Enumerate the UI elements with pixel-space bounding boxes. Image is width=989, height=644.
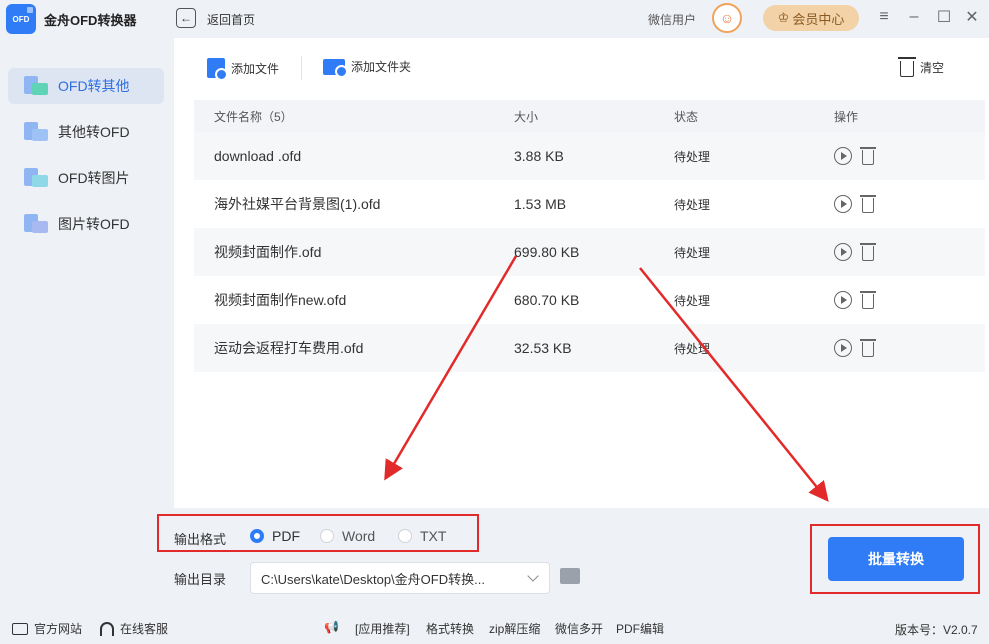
table-row[interactable]: 视频封面制作new.ofd 680.70 KB 待处理: [194, 276, 985, 324]
picture-convert-icon: [24, 214, 48, 234]
delete-icon[interactable]: [860, 147, 876, 165]
online-support-link[interactable]: 在线客服: [100, 620, 168, 637]
sidebar: OFD转其他 其他转OFD OFD转图片 图片转OFD: [0, 38, 172, 608]
clear-button[interactable]: 清空: [898, 57, 944, 77]
format-radio-txt[interactable]: TXT: [398, 528, 446, 544]
crown-icon: ♔: [777, 10, 790, 25]
file-table: 文件名称（5） 大小 状态 操作 download .ofd 3.88 KB 待…: [194, 100, 985, 372]
official-site-link[interactable]: 官方网站: [12, 620, 82, 637]
megaphone-icon: 📢: [324, 620, 339, 634]
menu-icon[interactable]: ≡: [874, 7, 894, 27]
link-pdf-edit[interactable]: PDF编辑: [616, 620, 664, 637]
minimize-icon[interactable]: –: [904, 7, 924, 27]
maximize-icon[interactable]: ☐: [934, 7, 954, 27]
toolbar-divider: [301, 56, 302, 80]
sidebar-item-ofd-to-image[interactable]: OFD转图片: [8, 160, 164, 196]
format-radio-pdf[interactable]: PDF: [250, 528, 300, 544]
sidebar-item-ofd-to-other[interactable]: OFD转其他: [8, 68, 164, 104]
app-logo-icon: OFD: [6, 4, 36, 34]
headset-icon: [100, 621, 114, 636]
output-options: 输出格式 PDF Word TXT 输出目录 C:\Users\kate\Des…: [157, 508, 989, 608]
preview-play-icon[interactable]: [834, 339, 852, 357]
delete-icon[interactable]: [860, 339, 876, 357]
link-format-convert[interactable]: 格式转换: [426, 620, 474, 637]
chevron-down-icon: [527, 570, 539, 582]
add-folder-icon: [323, 58, 348, 78]
add-file-button[interactable]: 添加文件: [207, 58, 279, 81]
table-row[interactable]: 视频封面制作.ofd 699.80 KB 待处理: [194, 228, 985, 276]
delete-icon[interactable]: [860, 195, 876, 213]
link-wechat-multi[interactable]: 微信多开: [555, 620, 603, 637]
link-zip[interactable]: zip解压缩: [489, 620, 540, 637]
user-name[interactable]: 微信用户: [648, 11, 696, 28]
delete-icon[interactable]: [860, 243, 876, 261]
preview-play-icon[interactable]: [834, 147, 852, 165]
vip-center-button[interactable]: ♔ 会员中心: [763, 5, 859, 31]
version-label: 版本号：V2.0.7: [895, 623, 978, 637]
main-panel: 添加文件 添加文件夹 清空 文件名称（5） 大小 状态 操作 download …: [174, 38, 989, 508]
output-format-label: 输出格式: [174, 532, 227, 547]
batch-convert-button[interactable]: 批量转换: [828, 537, 964, 581]
app-title: 金舟OFD转换器: [44, 13, 137, 28]
status-bar: 官方网站 在线客服 📢 [应用推荐] 格式转换 zip解压缩 微信多开 PDF编…: [0, 608, 989, 644]
delete-icon[interactable]: [860, 291, 876, 309]
back-home-link[interactable]: 返回首页: [207, 11, 255, 28]
preview-play-icon[interactable]: [834, 291, 852, 309]
sidebar-item-image-to-ofd[interactable]: 图片转OFD: [8, 206, 164, 242]
output-dir-label: 输出目录: [174, 572, 227, 587]
table-body: download .ofd 3.88 KB 待处理 海外社媒平台背景图(1).o…: [194, 132, 985, 372]
file-convert-icon: [24, 122, 48, 142]
format-radio-word[interactable]: Word: [320, 528, 375, 544]
back-arrow-icon[interactable]: ←: [176, 8, 196, 28]
app-recommend-label: [应用推荐]: [355, 622, 410, 636]
ofd-convert-icon: [24, 76, 48, 96]
avatar[interactable]: ☺: [712, 3, 742, 33]
title-bar: OFD 金舟OFD转换器 ← 返回首页 微信用户 ☺ ♔ 会员中心 ≡ – ☐ ✕: [0, 0, 989, 38]
monitor-icon: [12, 622, 28, 635]
table-row[interactable]: 海外社媒平台背景图(1).ofd 1.53 MB 待处理: [194, 180, 985, 228]
preview-play-icon[interactable]: [834, 195, 852, 213]
output-dir-select[interactable]: C:\Users\kate\Desktop\金舟OFD转换...: [250, 562, 550, 594]
preview-play-icon[interactable]: [834, 243, 852, 261]
table-row[interactable]: 运动会返程打车费用.ofd 32.53 KB 待处理: [194, 324, 985, 372]
table-row[interactable]: download .ofd 3.88 KB 待处理: [194, 132, 985, 180]
image-convert-icon: [24, 168, 48, 188]
add-file-icon: [207, 58, 228, 81]
table-header: 文件名称（5） 大小 状态 操作: [194, 100, 985, 132]
trash-icon: [898, 57, 916, 77]
close-icon[interactable]: ✕: [962, 7, 982, 27]
add-folder-button[interactable]: 添加文件夹: [323, 58, 411, 78]
sidebar-item-other-to-ofd[interactable]: 其他转OFD: [8, 114, 164, 150]
open-folder-icon[interactable]: [560, 568, 580, 584]
